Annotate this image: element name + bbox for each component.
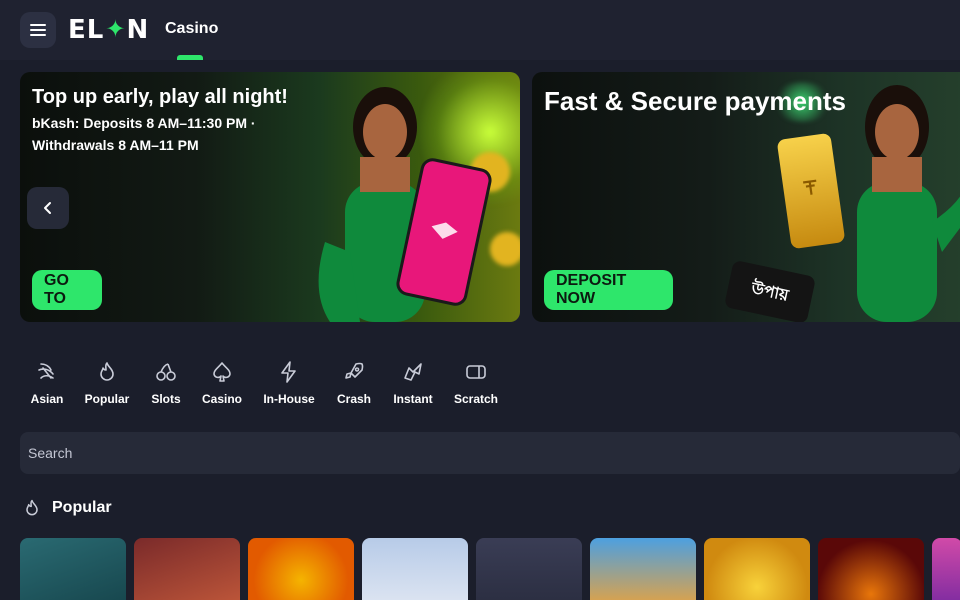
chevron-left-icon <box>44 202 51 214</box>
game-tile[interactable] <box>248 538 354 600</box>
category-slots[interactable]: Slots <box>140 360 192 416</box>
category-label: In-House <box>263 392 315 406</box>
game-tile[interactable] <box>476 538 582 600</box>
promo-banner-bkash[interactable]: Top up early, play all night! bKash: Dep… <box>20 72 520 322</box>
category-scratch[interactable]: Scratch <box>444 360 508 416</box>
logo-star-icon: ✦ <box>105 16 126 43</box>
category-label: Scratch <box>453 392 499 406</box>
section-title: Popular <box>52 499 112 516</box>
instant-icon <box>404 363 422 381</box>
game-tile[interactable] <box>20 538 126 600</box>
spade-icon <box>213 362 231 382</box>
carousel-prev-button[interactable] <box>27 187 69 229</box>
game-tile[interactable] <box>134 538 240 600</box>
menu-button[interactable] <box>20 12 56 48</box>
banner-subtitle-line1: bKash: Deposits 8 AM–11:30 PM · <box>32 115 256 131</box>
category-asian[interactable]: Asian <box>20 360 74 416</box>
category-label: Popular <box>84 392 130 406</box>
bkash-bird-icon <box>431 222 458 239</box>
hamburger-icon <box>30 24 46 36</box>
game-tile[interactable] <box>818 538 924 600</box>
search-input[interactable] <box>28 445 960 461</box>
asian-icon <box>38 363 54 379</box>
banner-title: Top up early, play all night! <box>32 86 288 108</box>
top-bar: EL ✦ N Casino <box>0 0 960 60</box>
category-instant[interactable]: Instant <box>382 360 444 416</box>
flame-icon <box>100 362 114 381</box>
ticket-icon <box>466 365 486 379</box>
game-tile[interactable] <box>362 538 468 600</box>
cherries-icon <box>156 363 176 381</box>
category-label: Asian <box>30 392 64 406</box>
rocket-icon <box>345 362 364 379</box>
nav-active-indicator <box>177 55 203 60</box>
category-label: Crash <box>336 392 371 406</box>
game-tile[interactable] <box>704 538 810 600</box>
category-bar: Asian Popular Slots Casino In-House Cras… <box>20 360 508 416</box>
go-to-button[interactable]: GO TO <box>32 270 102 310</box>
category-popular[interactable]: Popular <box>74 360 140 416</box>
deposit-now-button[interactable]: DEPOSIT NOW <box>544 270 673 310</box>
logo-text-right: N <box>126 15 150 45</box>
coin-icon <box>490 232 520 266</box>
game-tile[interactable] <box>590 538 696 600</box>
game-tile[interactable] <box>932 538 960 600</box>
banner-title: Fast & Secure payments <box>544 86 847 116</box>
category-label: Casino <box>201 392 242 406</box>
section-popular-header: Popular <box>22 497 112 519</box>
search-bar <box>20 432 960 474</box>
category-label: Slots <box>151 392 181 406</box>
category-casino[interactable]: Casino <box>192 360 252 416</box>
category-label: Instant <box>393 392 433 406</box>
category-crash[interactable]: Crash <box>326 360 382 416</box>
banner-subtitle-line2: Withdrawals 8 AM–11 PM <box>32 137 199 153</box>
promo-banner-payments[interactable]: উপায় Fast & Secure payments DEPOSIT NOW <box>532 72 960 322</box>
category-in-house[interactable]: In-House <box>252 360 326 416</box>
logo[interactable]: EL ✦ N <box>68 15 150 45</box>
lightning-icon <box>281 361 296 383</box>
tether-icon <box>802 179 817 195</box>
logo-text-left: EL <box>68 15 105 45</box>
flame-icon <box>26 499 38 516</box>
banner-subtitle: bKash: Deposits 8 AM–11:30 PM · Withdraw… <box>32 112 256 156</box>
upay-badge: উপায় <box>723 259 817 322</box>
nav-casino[interactable]: Casino <box>165 20 218 38</box>
game-grid <box>20 538 960 600</box>
